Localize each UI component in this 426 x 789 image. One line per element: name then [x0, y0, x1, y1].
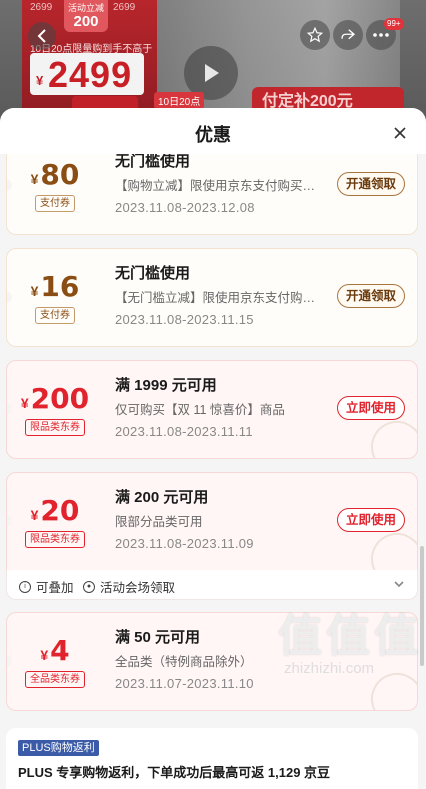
- plus-rebate-card[interactable]: PLUS购物返利 PLUS 专享购物返利，下单成功后最高可返 1,129 京豆: [6, 728, 418, 789]
- claimed-stamp: [364, 666, 417, 710]
- coupon-currency: ¥: [20, 395, 29, 411]
- coupon-value: 4: [50, 634, 70, 667]
- coupon-description: 限部分品类可用: [115, 515, 203, 529]
- claimed-stamp: [364, 414, 417, 458]
- stackable-label: 可叠加: [36, 581, 74, 595]
- coupon-validity: 2023.11.08-2023.11.11: [115, 424, 253, 439]
- coupon-value: 16: [40, 270, 80, 303]
- activity-tag: 活动立减 200: [64, 0, 108, 32]
- stackable-info: i 可叠加: [19, 577, 74, 596]
- banner-price-currency: ¥: [36, 73, 44, 88]
- coupon-description: 全品类（特例商品除外）: [115, 655, 253, 669]
- coupon-description: 【购物立减】限使用京东支付购买…: [115, 179, 316, 193]
- message-count-badge: 99+: [384, 18, 404, 30]
- coupon-type-badge: 限品类东券: [25, 419, 85, 436]
- coupon-card: ¥ 4 全品类东券 满 50 元可用 全品类（特例商品除外） 2023.11.0…: [6, 612, 418, 711]
- coupon-amount-block: ¥ 4 全品类东券: [7, 613, 103, 710]
- activate-claim-button[interactable]: 开通领取: [337, 172, 406, 196]
- coupon-amount: ¥ 4: [40, 637, 69, 665]
- share-button[interactable]: [333, 20, 363, 50]
- banner-price-value: 2499: [48, 54, 133, 95]
- coupon-title: 满 50 元可用: [115, 629, 201, 646]
- coupon-type-badge: 支付券: [35, 195, 75, 212]
- coupon-validity: 2023.11.08-2023.12.08: [115, 200, 255, 215]
- sheet-header: 优惠: [0, 108, 426, 154]
- coupon-amount-block: ¥ 16 支付券: [7, 249, 103, 346]
- coupon-currency: ¥: [30, 283, 39, 299]
- plus-rebate-tag: PLUS购物返利: [18, 740, 99, 756]
- venue-claim-info: ● 活动会场领取: [83, 577, 175, 596]
- coupon-description: 【无门槛立减】限使用京东支付购…: [115, 291, 316, 305]
- coupon-value: 80: [40, 158, 80, 191]
- close-button[interactable]: [389, 122, 411, 144]
- activate-claim-button[interactable]: 开通领取: [337, 284, 406, 308]
- more-dots-icon: [373, 33, 389, 37]
- coupon-amount: ¥ 16: [31, 273, 80, 301]
- coupon-card: ¥ 16 支付券 无门槛使用 【无门槛立减】限使用京东支付购… 2023.11.…: [6, 248, 418, 347]
- discount-sheet: 优惠 ¥ 80 支付券 无门槛使用 【购物立减】限使用京东支付购买… 2023.…: [0, 108, 426, 789]
- coupon-validity: 2023.11.08-2023.11.15: [115, 312, 254, 327]
- coupon-type-badge: 全品类东券: [25, 671, 85, 688]
- coupon-currency: ¥: [40, 647, 49, 663]
- coupon-amount-block: ¥ 200 限品类东券: [7, 361, 103, 458]
- banner-date-tag: 10日20点: [154, 92, 205, 109]
- venue-claim-label: 活动会场领取: [100, 581, 176, 595]
- banner-price-tag-left: 2699: [30, 2, 53, 13]
- coupon-title: 无门槛使用: [115, 265, 191, 282]
- coupon-amount-block: ¥ 20 限品类东券: [7, 473, 103, 570]
- star-icon: [306, 26, 324, 43]
- sheet-title: 优惠: [195, 125, 231, 145]
- plus-rebate-text: PLUS 专享购物返利，下单成功后最高可返 1,129 京豆: [18, 765, 331, 780]
- close-icon: [394, 127, 406, 139]
- stack-icon: i: [19, 580, 31, 593]
- coupon-card: ¥ 20 限品类东券 满 200 元可用 限部分品类可用 2023.11.08-…: [6, 472, 418, 571]
- banner-after-tag: 付定补200元: [252, 87, 404, 110]
- coupon-title: 满 1999 元可用: [115, 377, 217, 394]
- coupon-amount: ¥ 200: [21, 385, 89, 413]
- screen: 2699 2699 活动立减 200 10日20点限量购到手不高于 ¥ 2499…: [0, 0, 426, 789]
- coupon-validity: 2023.11.07-2023.11.10: [115, 676, 254, 691]
- claimed-stamp: [364, 526, 417, 570]
- coupon-card: ¥ 200 限品类东券 满 1999 元可用 仅可购买【双 11 惊喜价】商品 …: [6, 360, 418, 459]
- favorite-button[interactable]: [300, 20, 330, 50]
- chevron-left-icon: [37, 29, 46, 43]
- coupon-title: 满 200 元可用: [115, 489, 209, 506]
- venue-icon: ●: [83, 580, 95, 593]
- back-button[interactable]: [28, 22, 56, 50]
- chevron-down-icon[interactable]: [393, 578, 405, 590]
- coupon-extra-info-row[interactable]: i 可叠加 ● 活动会场领取: [6, 570, 418, 600]
- coupon-description: 仅可购买【双 11 惊喜价】商品: [115, 403, 285, 417]
- banner-price-tag-right: 2699: [113, 2, 136, 13]
- activity-tag-label: 活动立减: [67, 3, 104, 13]
- coupon-value: 200: [30, 382, 90, 415]
- coupon-amount: ¥ 20: [31, 497, 80, 525]
- activity-tag-amount: 200: [73, 13, 99, 30]
- coupon-amount: ¥ 80: [31, 161, 80, 189]
- coupon-value: 20: [40, 494, 80, 527]
- use-now-button[interactable]: 立即使用: [337, 396, 406, 420]
- use-now-button[interactable]: 立即使用: [337, 508, 406, 532]
- coupon-currency: ¥: [30, 171, 39, 187]
- coupon-currency: ¥: [30, 507, 39, 523]
- coupon-type-badge: 限品类东券: [25, 531, 85, 548]
- coupon-type-badge: 支付券: [35, 307, 75, 324]
- banner-price: ¥ 2499: [30, 53, 144, 95]
- share-icon: [341, 29, 356, 40]
- coupon-validity: 2023.11.08-2023.11.09: [115, 536, 254, 551]
- scrollbar[interactable]: [420, 546, 424, 666]
- product-banner: 2699 2699 活动立减 200 10日20点限量购到手不高于 ¥ 2499…: [0, 0, 426, 120]
